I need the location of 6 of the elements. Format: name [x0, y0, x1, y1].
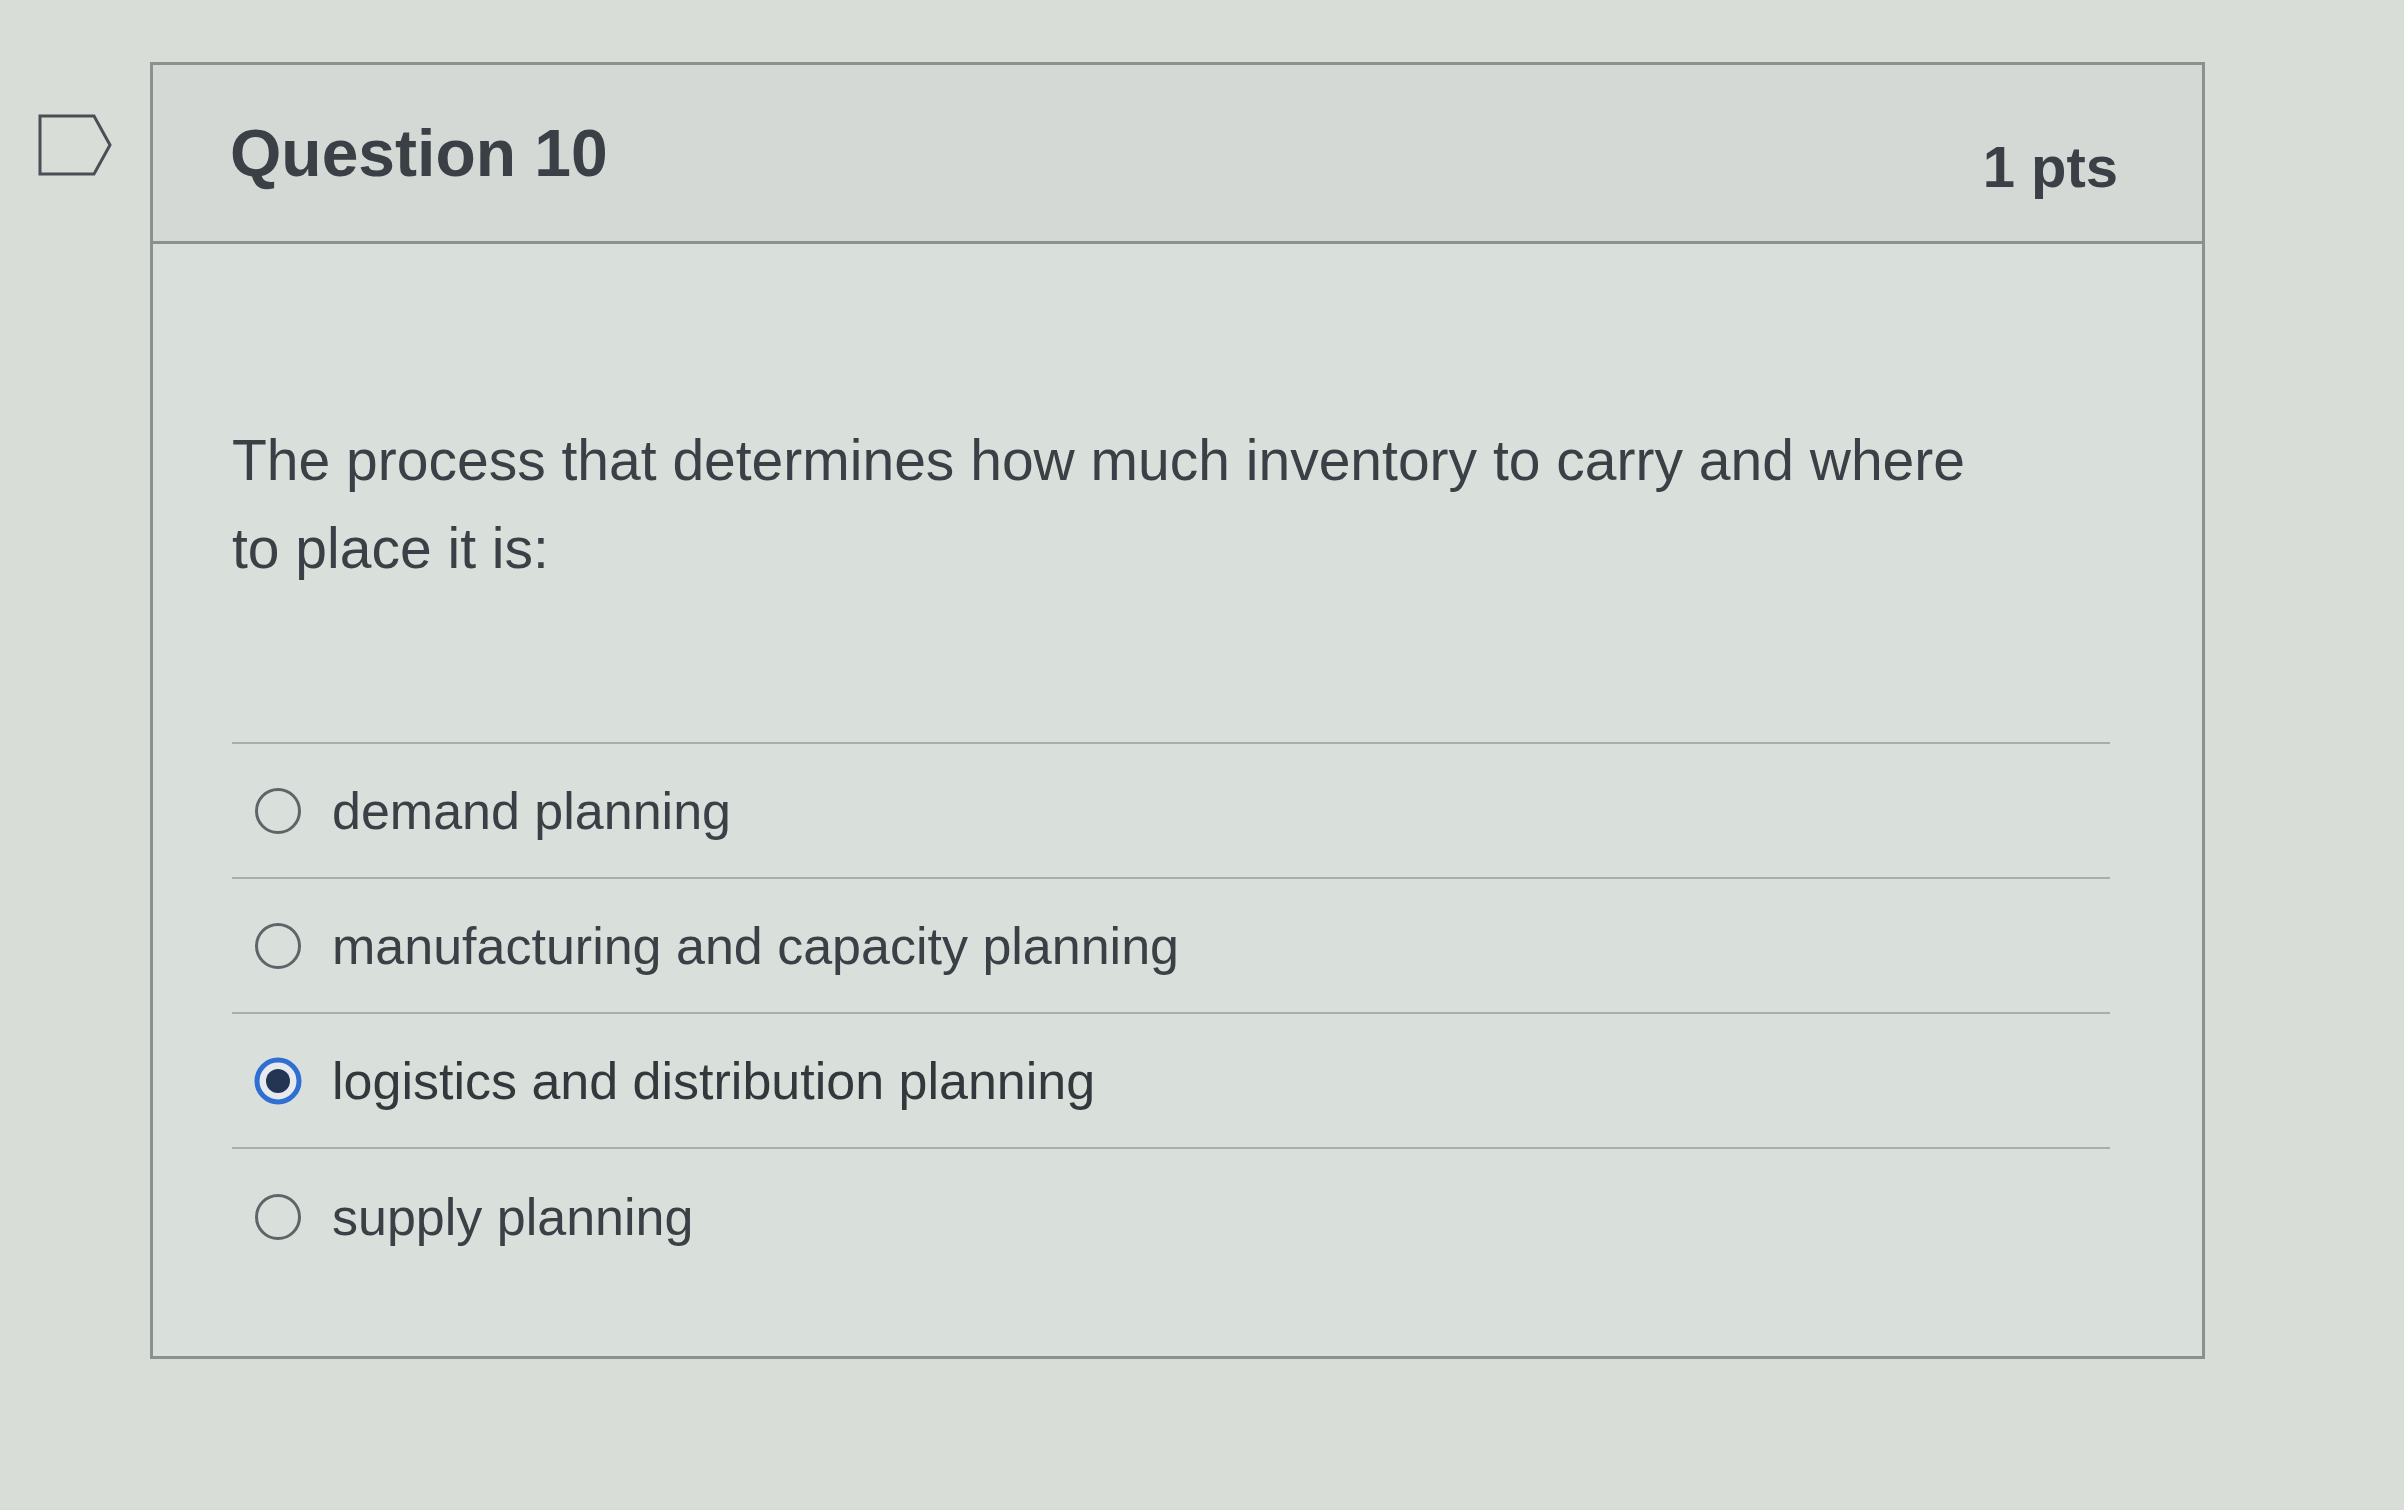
radio-button[interactable]: [254, 1192, 302, 1241]
bookmark-flag-icon[interactable]: [38, 114, 112, 176]
question-text: The process that determines how much inventory to carry and where to place it is:: [232, 427, 1966, 582]
radio-button[interactable]: [254, 1056, 302, 1105]
radio-button[interactable]: [254, 786, 302, 835]
radio-button[interactable]: [254, 921, 302, 970]
